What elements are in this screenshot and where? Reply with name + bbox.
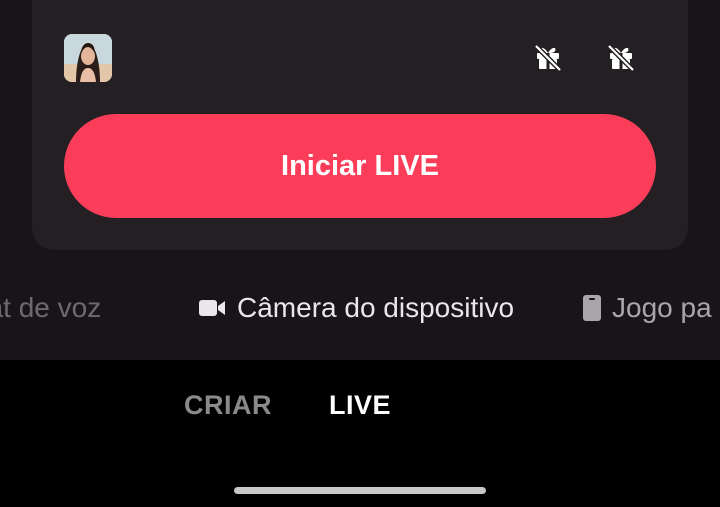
home-indicator[interactable]	[234, 487, 486, 494]
phone-icon	[582, 294, 602, 322]
gift-off-icon[interactable]	[531, 40, 565, 74]
avatar-image	[64, 34, 112, 82]
gift-off-icon[interactable]	[604, 40, 638, 74]
start-live-button[interactable]: Iniciar LIVE	[64, 114, 656, 218]
live-setup-panel: Iniciar LIVE hat de voz Câmera do dispos…	[0, 0, 720, 360]
mode-device-camera-label: Câmera do dispositivo	[237, 292, 515, 323]
mode-mobile-game-label: Jogo pa	[612, 292, 712, 323]
live-mode-selector: hat de voz Câmera do dispositivo Jogo pa	[0, 282, 720, 334]
bottom-tab-bar: CRIAR LIVE	[0, 360, 720, 507]
mode-mobile-game[interactable]: Jogo pa	[582, 282, 712, 334]
avatar[interactable]	[64, 34, 112, 82]
mode-voice-chat[interactable]: hat de voz	[0, 282, 101, 334]
tab-criar[interactable]: CRIAR	[184, 390, 272, 421]
tab-live[interactable]: LIVE	[329, 390, 391, 421]
mode-device-camera[interactable]: Câmera do dispositivo	[198, 282, 514, 334]
mode-voice-chat-label: hat de voz	[0, 292, 102, 323]
video-camera-icon	[198, 298, 226, 318]
